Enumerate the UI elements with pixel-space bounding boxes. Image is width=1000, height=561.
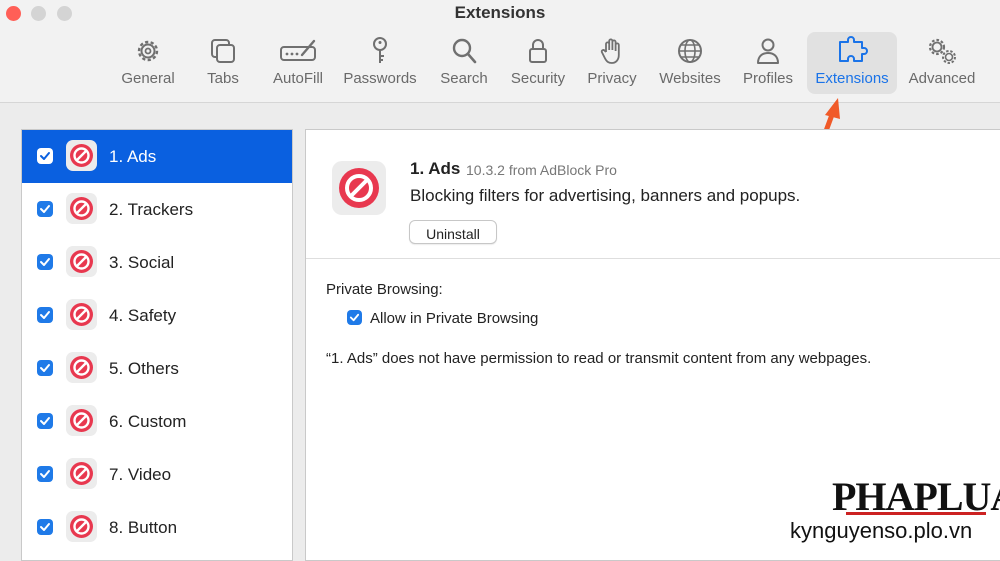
toolbar-profiles-label: Profiles xyxy=(742,70,794,87)
extension-row-social[interactable]: 3. Social xyxy=(22,236,292,289)
extension-row-custom[interactable]: 6. Custom xyxy=(22,395,292,448)
hand-icon xyxy=(600,38,620,64)
enable-checkbox[interactable] xyxy=(37,254,53,270)
enable-checkbox[interactable] xyxy=(37,307,53,323)
extension-name: 3. Social xyxy=(109,253,175,272)
toolbar-websites[interactable]: Websites xyxy=(655,32,725,94)
block-icon xyxy=(66,246,97,277)
enable-checkbox[interactable] xyxy=(37,413,53,429)
toolbar-extensions-label: Extensions xyxy=(815,70,889,87)
divider xyxy=(306,258,1000,259)
extension-row-video[interactable]: 7. Video xyxy=(22,448,292,501)
toolbar-security-label: Security xyxy=(510,70,566,87)
checkmark-icon xyxy=(40,311,50,319)
toolbar-passwords[interactable]: Passwords xyxy=(340,32,420,94)
extension-row-button[interactable]: 8. Button xyxy=(22,501,292,554)
uninstall-button[interactable]: Uninstall xyxy=(409,220,497,244)
extension-name: 5. Others xyxy=(109,359,179,378)
key-icon xyxy=(373,37,387,63)
toolbar-extensions[interactable]: Extensions xyxy=(807,32,897,94)
permission-text: “1. Ads” does not have permission to rea… xyxy=(326,350,872,367)
block-icon xyxy=(66,511,97,542)
toolbar-websites-label: Websites xyxy=(659,70,721,87)
checkmark-icon xyxy=(40,364,50,372)
block-icon xyxy=(66,405,97,436)
person-icon xyxy=(757,38,779,64)
extension-row-ads[interactable]: 1. Ads xyxy=(22,130,292,183)
block-icon xyxy=(66,193,97,224)
enable-checkbox[interactable] xyxy=(37,201,53,217)
puzzle-icon xyxy=(839,36,868,62)
checkmark-icon xyxy=(349,313,360,322)
toolbar-profiles[interactable]: Profiles xyxy=(739,32,797,94)
toolbar-autofill-label: AutoFill xyxy=(272,70,324,87)
checkmark-icon xyxy=(40,417,50,425)
checkmark-icon xyxy=(40,205,50,213)
toolbar-security[interactable]: Security xyxy=(505,32,571,94)
gears-icon xyxy=(928,38,956,64)
extension-name: 7. Video xyxy=(109,465,172,484)
allow-private-label[interactable]: Allow in Private Browsing xyxy=(370,310,538,327)
extension-name: 2. Trackers xyxy=(109,200,194,219)
toolbar-general[interactable]: General xyxy=(117,32,179,94)
toolbar-advanced[interactable]: Advanced xyxy=(904,32,980,94)
checkmark-icon xyxy=(40,470,50,478)
watermark-url: kynguyenso.plo.vn xyxy=(790,518,973,543)
toolbar-tabs[interactable]: Tabs xyxy=(198,32,248,94)
extension-name: 6. Custom xyxy=(109,412,187,431)
checkmark-icon xyxy=(40,258,50,266)
extension-block-icon xyxy=(332,161,386,215)
block-icon xyxy=(66,352,97,383)
extension-name: 8. Button xyxy=(109,518,178,537)
search-icon xyxy=(452,38,477,64)
extension-row-trackers[interactable]: 2. Trackers xyxy=(22,183,292,236)
globe-icon xyxy=(678,39,702,63)
extension-row-safety[interactable]: 4. Safety xyxy=(22,289,292,342)
tabs-icon xyxy=(211,39,235,63)
extension-title: 1. Ads xyxy=(410,159,461,178)
private-browsing-label: Private Browsing: xyxy=(326,281,443,298)
extension-version: 10.3.2 from AdBlock Pro xyxy=(466,162,617,178)
block-icon xyxy=(66,458,97,489)
toolbar-passwords-label: Passwords xyxy=(343,70,417,87)
extension-name: 1. Ads xyxy=(109,147,157,166)
enable-checkbox[interactable] xyxy=(37,519,53,535)
checkmark-icon xyxy=(40,152,50,160)
enable-checkbox[interactable] xyxy=(37,360,53,376)
toolbar-advanced-label: Advanced xyxy=(908,70,976,87)
window-title: Extensions xyxy=(454,3,546,22)
lock-icon xyxy=(529,39,547,63)
toolbar-autofill[interactable]: AutoFill xyxy=(266,32,330,94)
toolbar-search[interactable]: Search xyxy=(436,32,492,94)
extension-description: Blocking filters for advertising, banner… xyxy=(410,186,801,205)
window-titlebar: Extensions General Tabs AutoFill Passwor… xyxy=(0,0,1000,103)
toolbar-tabs-label: Tabs xyxy=(207,70,239,87)
enable-checkbox[interactable] xyxy=(37,466,53,482)
extensions-list: 1. Ads 2. Trackers 3. Social 4. Safety 5… xyxy=(21,129,293,561)
extension-row-others[interactable]: 5. Others xyxy=(22,342,292,395)
toolbar-privacy[interactable]: Privacy xyxy=(584,32,640,94)
extension-name: 4. Safety xyxy=(109,306,177,325)
pencil-field-icon xyxy=(280,39,316,61)
gear-icon xyxy=(137,40,159,62)
block-icon xyxy=(66,140,97,171)
watermark-underline xyxy=(846,512,986,515)
allow-private-checkbox[interactable] xyxy=(347,310,362,325)
block-icon xyxy=(66,299,97,330)
enable-checkbox[interactable] xyxy=(37,148,53,164)
checkmark-icon xyxy=(40,523,50,531)
toolbar-search-label: Search xyxy=(440,70,488,87)
toolbar-general-label: General xyxy=(121,70,175,87)
toolbar-privacy-label: Privacy xyxy=(587,70,637,87)
